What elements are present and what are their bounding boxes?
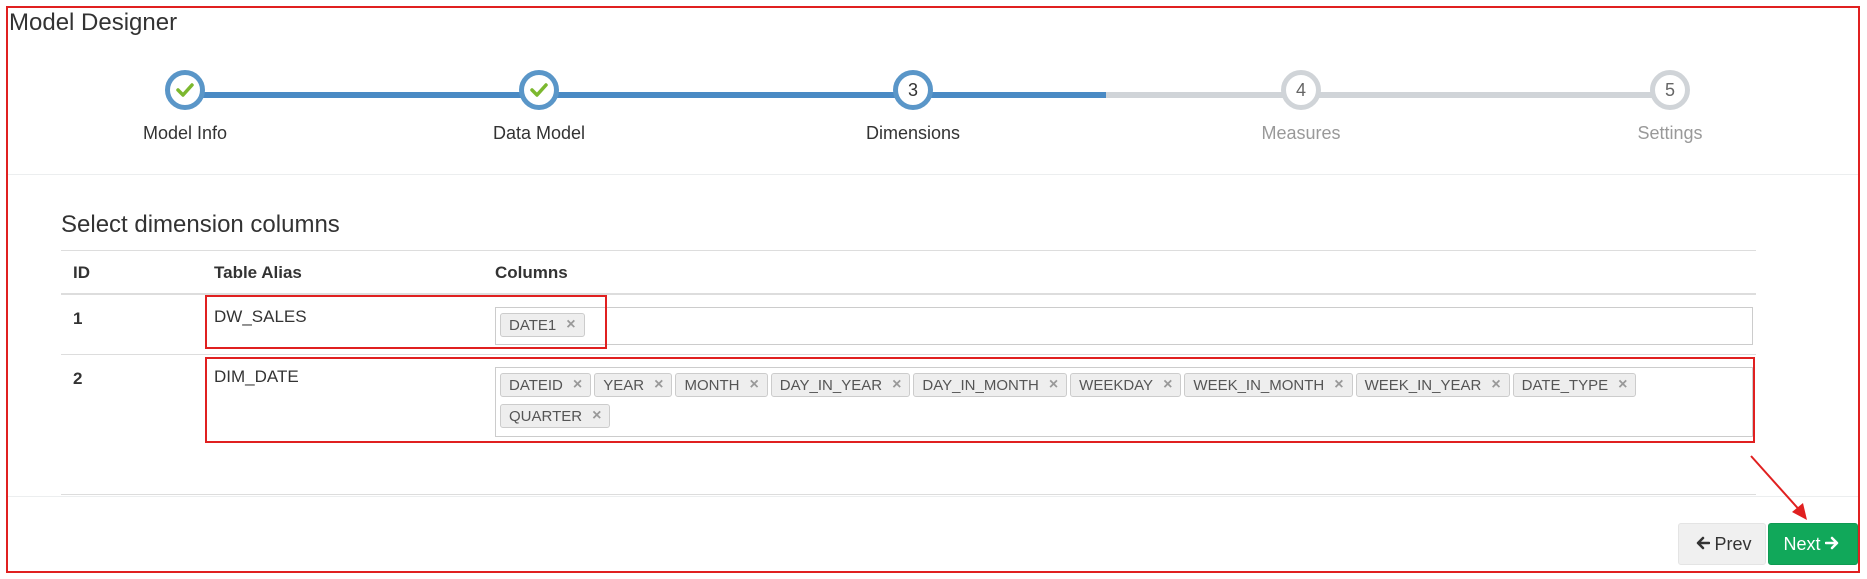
wizard-step-measures[interactable]: 4 Measures (1201, 70, 1401, 144)
annotation-arrow (1750, 455, 1807, 520)
prev-button[interactable]: Prev (1678, 523, 1766, 565)
step-number: 4 (1281, 70, 1321, 110)
annotation-box-row1 (205, 295, 607, 349)
row-id: 1 (73, 309, 83, 328)
prev-button-label: Prev (1714, 533, 1752, 554)
wizard-step-label: Measures (1261, 123, 1341, 143)
page-title: Model Designer (9, 9, 178, 36)
section-divider (8, 174, 1858, 175)
column-header-columns: Columns (495, 263, 568, 282)
table-header: ID Table Alias Columns (61, 250, 1756, 295)
wizard-stepper: Model Info Data Model 3 Dimensions 4 Mea… (0, 60, 1867, 170)
step-number: 3 (893, 70, 933, 110)
check-icon (519, 70, 559, 110)
next-button-label: Next (1783, 533, 1821, 554)
section-title: Select dimension columns (61, 211, 340, 238)
wizard-step-data-model[interactable]: Data Model (439, 70, 639, 144)
wizard-step-settings[interactable]: 5 Settings (1570, 70, 1770, 144)
wizard-step-label: Settings (1637, 123, 1703, 143)
columns-multiselect[interactable]: DATE1 × (495, 307, 1753, 345)
check-icon (165, 70, 205, 110)
next-button[interactable]: Next (1768, 523, 1858, 565)
wizard-step-label: Data Model (492, 123, 586, 143)
annotation-box-row2 (205, 357, 1755, 443)
column-header-id: ID (73, 263, 90, 282)
footer-divider (8, 496, 1858, 497)
arrow-left-icon (1696, 534, 1711, 555)
row-id: 2 (73, 369, 83, 388)
wizard-step-label: Model Info (142, 123, 228, 143)
step-number: 5 (1650, 70, 1690, 110)
arrow-right-icon (1824, 534, 1839, 555)
wizard-step-dimensions[interactable]: 3 Dimensions (813, 70, 1013, 144)
wizard-step-model-info[interactable]: Model Info (85, 70, 285, 144)
wizard-step-label: Dimensions (865, 123, 961, 143)
column-header-alias: Table Alias (214, 263, 302, 282)
